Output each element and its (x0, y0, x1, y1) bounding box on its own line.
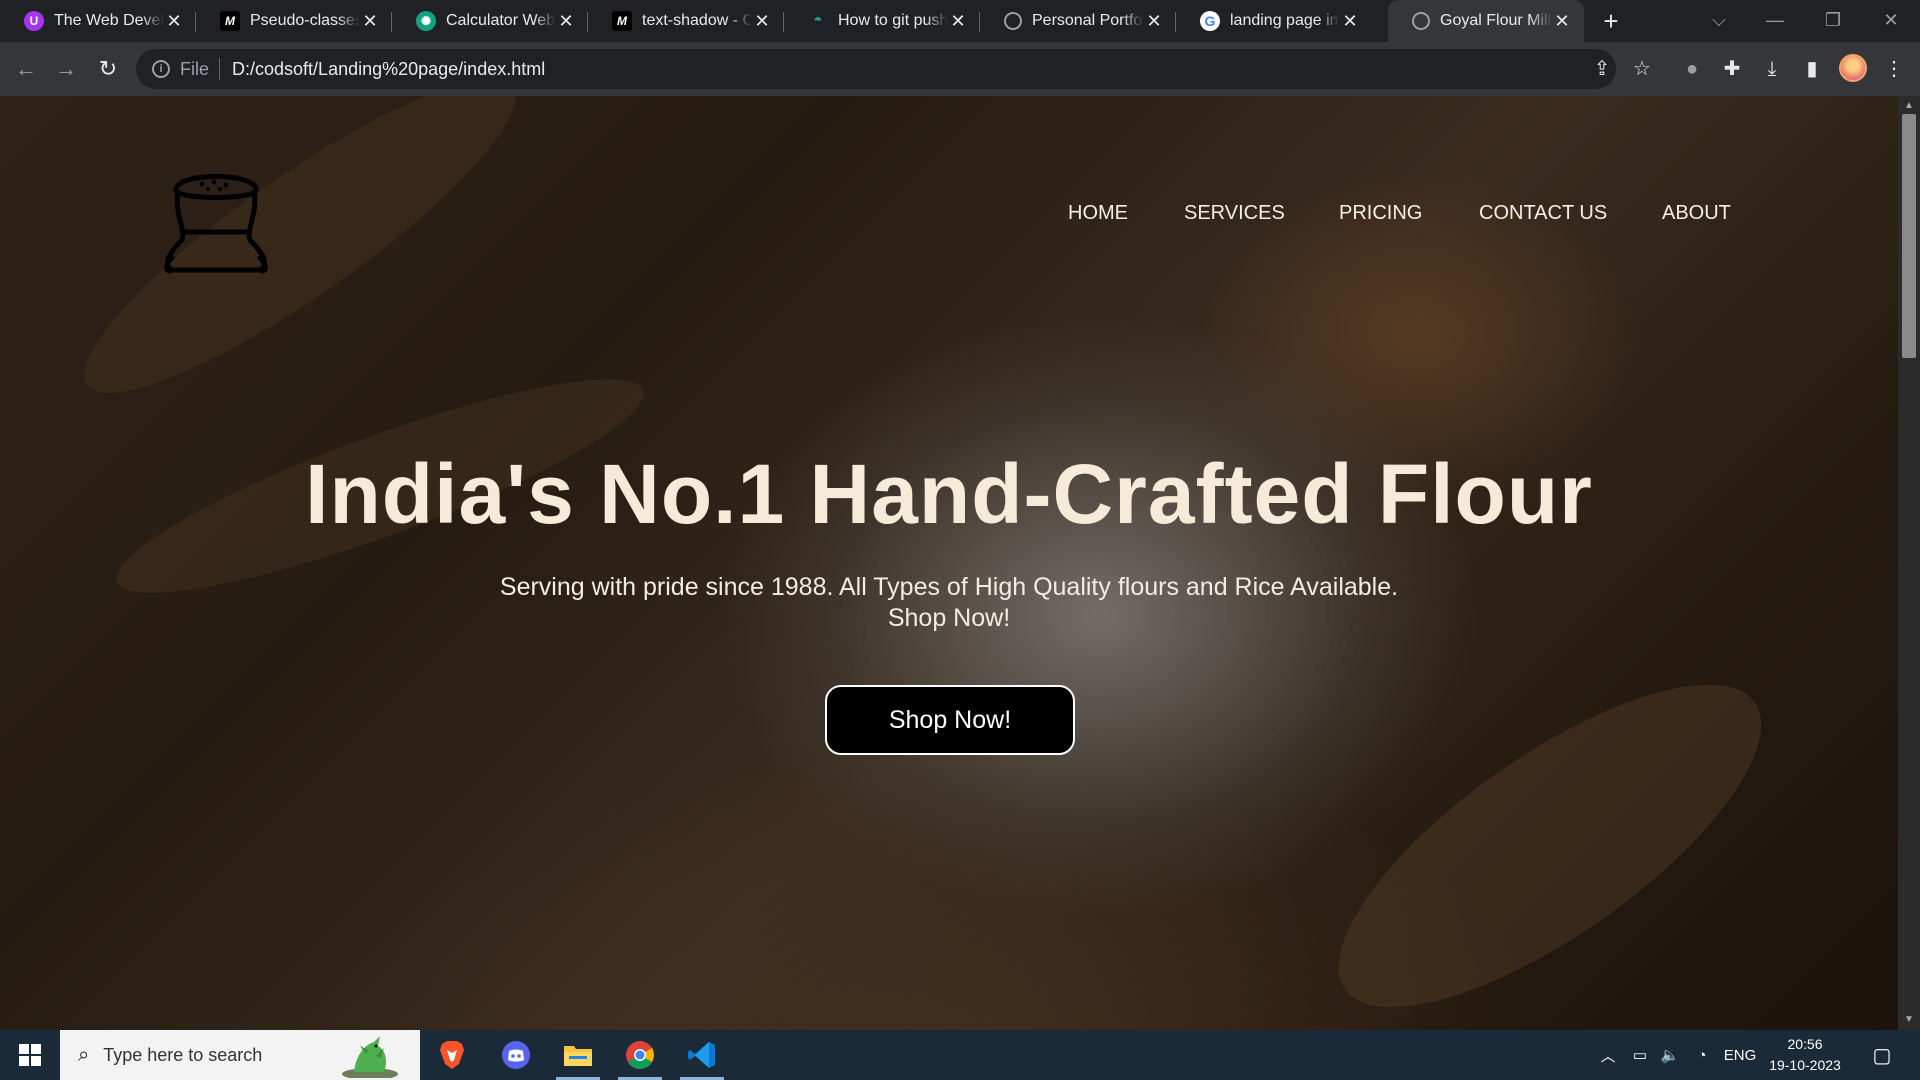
wifi-icon[interactable]: ◔ (1688, 1030, 1716, 1080)
close-icon[interactable]: ✕ (752, 11, 772, 32)
clock-time: 20:56 (1787, 1036, 1823, 1052)
battery-icon[interactable]: ▭ (1626, 1030, 1654, 1080)
nav-pricing[interactable]: PRICING (1339, 202, 1422, 225)
tab-title: text-shadow - CSS (642, 12, 752, 29)
tab-title: Personal Portfolio (1032, 12, 1144, 29)
notifications-icon[interactable]: ▢ (1862, 1030, 1902, 1080)
github-copilot-icon: ◓ (813, 12, 823, 29)
close-icon[interactable]: ✕ (1552, 11, 1572, 32)
url-text[interactable]: D:/codsoft/Landing%20page/index.html (232, 59, 545, 80)
close-icon[interactable]: ✕ (1340, 11, 1360, 32)
tab-pseudo-classes[interactable]: M Pseudo-classes - CSS ✕ (196, 0, 392, 42)
tab-personal-portfolio[interactable]: Personal Portfolio ✕ (980, 0, 1176, 42)
nav-home[interactable]: HOME (1068, 202, 1128, 225)
restore-icon[interactable]: ❐ (1804, 0, 1862, 42)
info-icon[interactable]: i (152, 60, 170, 78)
address-bar[interactable]: i File D:/codsoft/Landing%20page/index.h… (136, 49, 1616, 89)
url-divider (219, 58, 221, 80)
extension-status-icon[interactable]: ● (1676, 53, 1708, 85)
close-window-icon[interactable]: ✕ (1862, 0, 1920, 42)
hero-title: India's No.1 Hand-Crafted Flour (305, 447, 1593, 541)
vscode-icon[interactable] (674, 1030, 730, 1080)
flour-sack-logo-icon[interactable] (156, 152, 276, 274)
tab-calculator-website[interactable]: ✺ Calculator Website ✕ (392, 0, 588, 42)
nav-services[interactable]: SERVICES (1184, 202, 1285, 225)
globe-icon (1412, 12, 1430, 30)
nav-about[interactable]: ABOUT (1662, 202, 1731, 225)
download-icon[interactable]: ⤓ (1756, 53, 1788, 85)
menu-kebab-icon[interactable]: ⋮ (1878, 53, 1910, 85)
tab-title: The Web Developer (54, 12, 164, 29)
hero-subtitle: Serving with pride since 1988. All Types… (0, 572, 1898, 634)
minimize-icon[interactable]: — (1746, 0, 1804, 42)
reload-icon[interactable]: ↻ (92, 53, 124, 85)
close-icon[interactable]: ✕ (360, 11, 380, 32)
profile-avatar[interactable] (1839, 54, 1867, 82)
language-indicator[interactable]: ENG (1720, 1030, 1760, 1080)
close-icon[interactable]: ✕ (164, 11, 184, 32)
udemy-icon: U (24, 11, 44, 31)
windows-taskbar: ⌕ Type here to search ︿ ▭ 🔈 ◔ ENG 20:56 … (0, 1030, 1920, 1080)
bookmark-star-icon[interactable]: ☆ (1626, 49, 1658, 89)
mdn-icon: M (220, 11, 240, 31)
tab-git-push[interactable]: ◓ How to git push ✕ (784, 0, 980, 42)
nav-contact-us[interactable]: CONTACT US (1479, 202, 1607, 225)
tab-text-shadow[interactable]: M text-shadow - CSS ✕ (588, 0, 784, 42)
discord-icon[interactable] (488, 1030, 544, 1080)
chrome-icon[interactable] (612, 1030, 668, 1080)
close-icon[interactable]: ✕ (948, 11, 968, 32)
tray-overflow-chevron-icon[interactable]: ︿ (1596, 1030, 1620, 1080)
scroll-down-icon[interactable]: ▼ (1898, 1012, 1920, 1028)
taskbar-search-box[interactable]: ⌕ Type here to search (60, 1030, 420, 1080)
search-highlight-dragon-icon[interactable] (340, 1034, 400, 1078)
browser-toolbar: ← → ↻ i File D:/codsoft/Landing%20page/i… (0, 42, 1920, 96)
scrollbar-thumb[interactable] (1902, 114, 1916, 358)
hero-subtitle-line2: Shop Now! (887, 604, 1011, 632)
google-icon: G (1200, 11, 1220, 31)
search-icon: ⌕ (78, 1043, 90, 1066)
file-explorer-icon[interactable] (550, 1030, 606, 1080)
tab-title: Pseudo-classes - CSS (250, 12, 360, 29)
tab-title: Goyal Flour Mill (1440, 12, 1552, 29)
tab-goyal-flour-mill[interactable]: Goyal Flour Mill ✕ (1388, 0, 1584, 42)
back-icon[interactable]: ← (10, 53, 42, 85)
tab-web-developer[interactable]: U The Web Developer ✕ (0, 0, 196, 42)
close-icon[interactable]: ✕ (556, 11, 576, 32)
page-scrollbar[interactable]: ▲ ▼ (1898, 96, 1920, 1030)
scroll-up-icon[interactable]: ▲ (1898, 98, 1920, 114)
windows-start-icon[interactable] (0, 1030, 60, 1080)
close-icon[interactable]: ✕ (1144, 11, 1164, 32)
hero-subtitle-line1: Serving with pride since 1988. All Types… (499, 573, 1399, 601)
shop-now-button[interactable]: Shop Now! (825, 685, 1075, 755)
search-placeholder: Type here to search (103, 1044, 263, 1065)
side-panel-icon[interactable]: ▮ (1796, 53, 1828, 85)
volume-icon[interactable]: 🔈 (1656, 1030, 1684, 1080)
tab-title: landing page images (1230, 12, 1340, 29)
extensions-puzzle-icon[interactable]: ✚ (1716, 53, 1748, 85)
tab-strip: U The Web Developer ✕ M Pseudo-classes -… (0, 0, 1920, 42)
share-icon[interactable]: ⇪ (1586, 49, 1618, 89)
tab-search-chevron-icon[interactable]: ⌵ (1690, 0, 1748, 42)
forward-icon[interactable]: → (50, 53, 82, 85)
new-tab-button[interactable]: + (1596, 5, 1626, 37)
globe-icon (1004, 12, 1022, 30)
url-scheme: File (180, 58, 210, 79)
brave-icon[interactable] (424, 1030, 480, 1080)
tab-landing-page-images[interactable]: G landing page images ✕ (1176, 0, 1372, 42)
hero-overlay (0, 96, 1898, 1030)
tab-title: Calculator Website (446, 12, 556, 29)
clock-date: 19-10-2023 (1769, 1057, 1841, 1073)
page-viewport: HOME SERVICES PRICING CONTACT US ABOUT I… (0, 96, 1898, 1030)
tab-title: How to git push (838, 12, 948, 29)
chatgpt-icon: ✺ (416, 11, 436, 31)
taskbar-clock[interactable]: 20:56 19-10-2023 (1760, 1034, 1850, 1076)
mdn-icon: M (612, 11, 632, 31)
